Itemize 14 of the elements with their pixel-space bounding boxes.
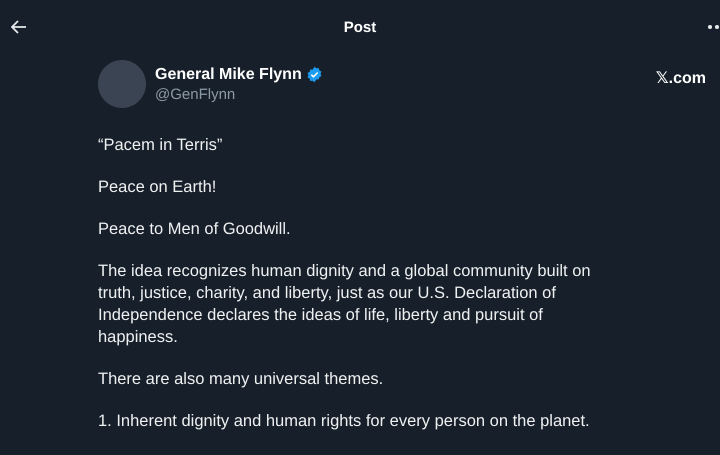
- more-button[interactable]: [708, 24, 720, 30]
- post-paragraph: The idea recognizes human dignity and a global community built on truth, justice, charity, and liberty, just as our U.S. Declaration of Independence declares the ideas of life, liberty and pursuit of happiness.: [98, 261, 592, 348]
- author-name: General Mike Flynn: [155, 66, 302, 84]
- post-paragraph: Peace to Men of Goodwill.: [98, 219, 292, 240]
- author-handle: @GenFlynn: [155, 86, 236, 102]
- avatar-placeholder: [98, 60, 146, 108]
- source-label: 𝕏.com: [656, 69, 706, 88]
- back-arrow-icon: [11, 20, 27, 34]
- page-title: Post: [342, 18, 378, 36]
- post-paragraph: 1. Inherent dignity and human rights for every person on the planet.: [98, 411, 591, 432]
- post-paragraph: Peace on Earth!: [98, 177, 218, 198]
- post-paragraph: There are also many universal themes.: [98, 369, 384, 390]
- post-paragraph: “Pacem in Terris”: [98, 135, 224, 156]
- back-button[interactable]: [10, 18, 28, 36]
